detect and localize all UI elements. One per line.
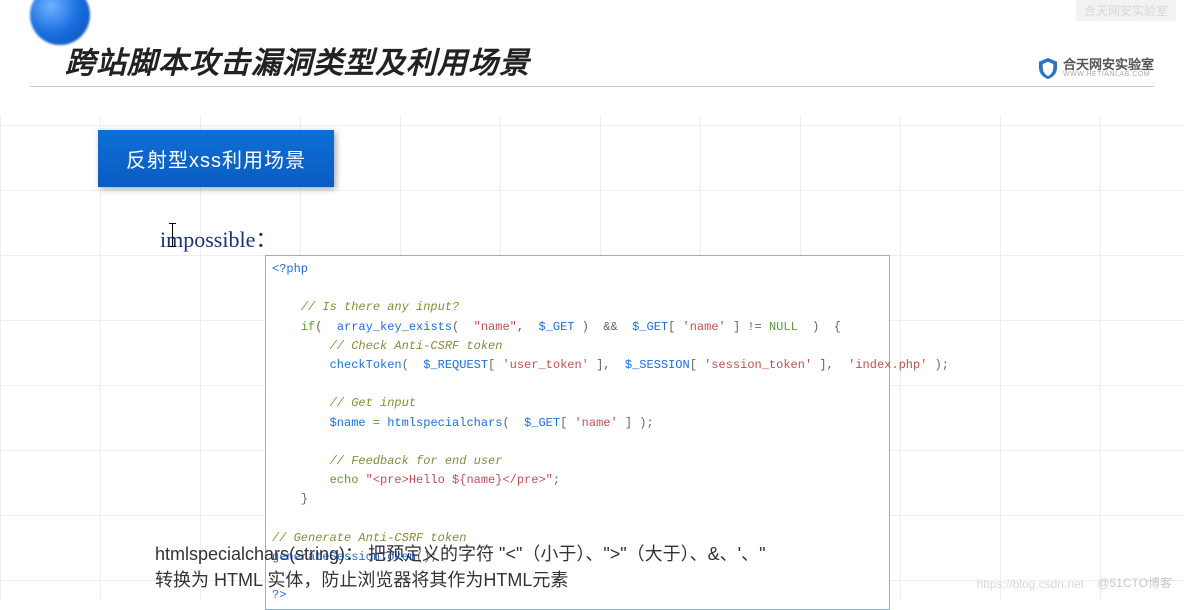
code-comment: // Feedback for end user bbox=[330, 454, 503, 468]
logo-area: 合天网安实验室 WWW.HETIANLAB.COM bbox=[1039, 58, 1154, 78]
logo-subtext: WWW.HETIANLAB.COM bbox=[1063, 71, 1154, 78]
code-comment: // Check Anti-CSRF token bbox=[330, 339, 503, 353]
section-badge: 反射型xss利用场景 bbox=[98, 130, 334, 187]
logo-text: 合天网安实验室 bbox=[1063, 58, 1154, 71]
title-divider bbox=[30, 86, 1154, 87]
code-comment: // Is there any input? bbox=[301, 300, 459, 314]
slide-title: 跨站脚本攻击漏洞类型及利用场景 bbox=[65, 38, 530, 82]
code-open-tag: <?php bbox=[272, 262, 308, 276]
slide-header-area: 跨站脚本攻击漏洞类型及利用场景 合天网安实验室 WWW.HETIANLAB.CO… bbox=[0, 0, 1184, 115]
watermark-csdn: https://blog.csdn.net bbox=[977, 577, 1084, 591]
watermark-top: 合天网安实验室 bbox=[1076, 0, 1176, 21]
watermark-51cto: @51CTO博客 bbox=[1097, 574, 1172, 591]
impossible-label: impossible： bbox=[160, 222, 277, 254]
code-comment: // Get input bbox=[330, 396, 416, 410]
shield-icon bbox=[1039, 58, 1057, 78]
text-cursor-icon bbox=[172, 223, 173, 247]
